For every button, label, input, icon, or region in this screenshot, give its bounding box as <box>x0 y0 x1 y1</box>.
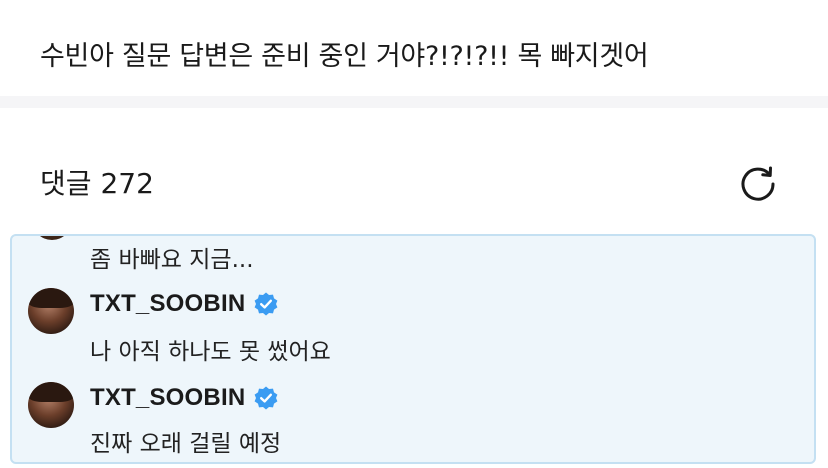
avatar-image <box>28 382 74 402</box>
avatar-image <box>28 288 74 308</box>
comments-header: 댓글 272 <box>40 162 154 206</box>
avatar[interactable] <box>32 236 72 240</box>
verified-badge-icon <box>254 292 278 316</box>
avatar[interactable] <box>28 382 74 428</box>
comments-label: 댓글 <box>40 167 92 200</box>
author-name: TXT_SOOBIN <box>90 384 246 411</box>
reply-text: 좀 바빠요 지금... <box>90 247 254 273</box>
comments-count: 272 <box>100 167 154 200</box>
reply-text: 진짜 오래 걸릴 예정 <box>90 431 282 457</box>
verified-badge-icon <box>254 386 278 410</box>
refresh-button[interactable] <box>736 162 782 208</box>
post-text: 수빈아 질문 답변은 준비 중인 거야?!?!?!! 목 빠지겟어 <box>40 41 649 72</box>
reply-author[interactable]: TXT_SOOBIN <box>90 288 279 320</box>
reply-text: 나 아직 하나도 못 썼어요 <box>90 339 331 365</box>
reply-author[interactable]: TXT_SOOBIN <box>90 382 279 414</box>
author-name: TXT_SOOBIN <box>90 290 246 317</box>
section-divider <box>0 96 828 108</box>
refresh-icon <box>741 166 775 201</box>
avatar[interactable] <box>28 288 74 334</box>
comment-thread: 좀 바빠요 지금... TXT_SOOBIN 나 아직 하나도 못 썼어요 TX… <box>10 234 816 464</box>
